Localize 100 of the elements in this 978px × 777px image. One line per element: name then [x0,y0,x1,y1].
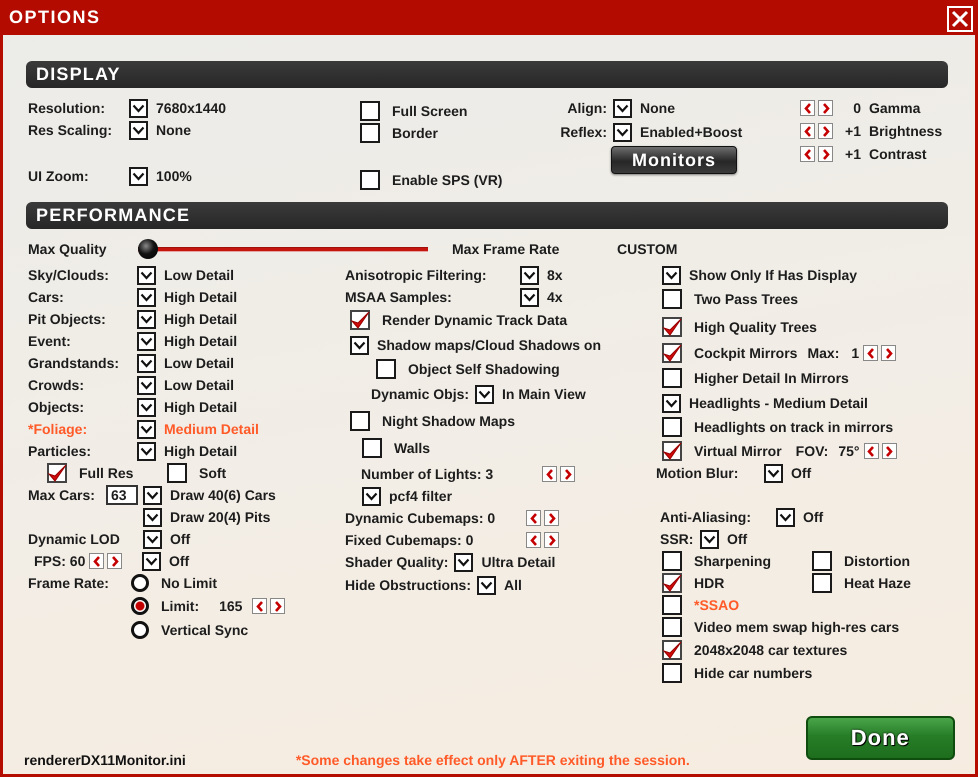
dropdown-button[interactable] [137,420,156,438]
increase-button[interactable] [544,510,559,526]
checkbox[interactable] [662,368,682,388]
checkbox-label: Sharpening [694,553,772,569]
value-text: Brightness [869,123,942,139]
checkbox[interactable] [376,359,396,379]
increase-button[interactable] [818,146,833,162]
decrease-button[interactable] [800,146,815,162]
dropdown-button[interactable] [613,98,632,118]
increase-button[interactable] [270,598,286,614]
checkbox[interactable] [662,617,682,637]
increase-button[interactable] [818,123,833,139]
dropdown-button[interactable] [362,486,381,506]
monitors-button[interactable]: Monitors [611,146,737,174]
checkbox[interactable] [662,317,682,337]
checkbox[interactable] [662,417,682,437]
section-header: PERFORMANCE [26,202,948,229]
dropdown-button[interactable] [662,394,681,412]
radio-button[interactable] [131,574,149,592]
checkbox[interactable] [662,343,682,363]
decrease-button[interactable] [800,100,815,116]
checkbox[interactable] [350,310,370,330]
dropdown-button[interactable] [776,508,795,526]
dropdown-button[interactable] [143,508,162,526]
dropdown-button[interactable] [700,530,719,548]
dropdown-button[interactable] [662,266,681,284]
dropdown-button[interactable] [477,576,496,594]
chevron-icon [140,358,153,368]
checkbox[interactable] [662,573,682,593]
dropdown-value: pcf4 filter [389,488,452,504]
dropdown-button[interactable] [137,288,156,306]
checkbox[interactable] [662,663,682,683]
dropdown-button[interactable] [142,552,161,570]
dropdown-button[interactable] [764,464,783,482]
checkbox[interactable] [662,441,682,461]
radio-button[interactable] [131,597,149,615]
decrease-button[interactable] [526,532,541,548]
decrease-button[interactable] [863,345,878,361]
dropdown-button[interactable] [454,552,474,572]
dropdown-button[interactable] [520,266,539,284]
checkbox[interactable] [812,551,832,571]
increase-button[interactable] [882,443,896,459]
dropdown-button[interactable] [137,310,156,328]
checkbox[interactable] [47,463,67,483]
dropdown-button[interactable] [137,376,156,394]
checkbox[interactable] [167,463,187,483]
increase-button[interactable] [544,532,559,548]
radio-button[interactable] [131,621,149,639]
close-button[interactable] [947,6,973,32]
checkbox[interactable] [362,438,382,458]
dropdown-button[interactable] [137,332,156,350]
done-button[interactable]: Done [806,716,955,760]
checkbox[interactable] [662,551,682,571]
checkbox[interactable] [360,123,380,143]
value-text: FOV: [796,443,828,459]
value-text: Max: [807,345,840,361]
slider-thumb[interactable] [138,239,158,259]
dropdown-button[interactable] [129,166,148,186]
decrease-button[interactable] [800,123,815,139]
warning-note: *Some changes take effect only AFTER exiting the session. [296,752,691,768]
setting-label: Particles: [28,443,92,459]
checkbox[interactable] [662,289,682,309]
decrease-button[interactable] [542,466,557,482]
dropdown-button[interactable] [143,486,162,504]
decrease-button[interactable] [526,510,541,526]
dropdown-button[interactable] [520,288,539,306]
dropdown-button[interactable] [350,336,369,354]
increase-button[interactable] [107,553,122,569]
dropdown-button[interactable] [137,354,156,372]
value-text: +1 [844,146,861,162]
dropdown-button[interactable] [129,120,148,140]
dropdown-button[interactable] [137,266,156,284]
checkbox[interactable] [350,411,370,431]
decrease-button[interactable] [864,443,878,459]
setting-label: Reflex: [559,124,608,140]
dropdown-button[interactable] [129,98,148,118]
checkbox[interactable] [662,595,682,615]
number-field[interactable]: 63 [106,485,138,505]
dropdown-value: High Detail [164,311,238,327]
checkbox[interactable] [360,170,380,190]
dropdown-value: Enabled+Boost [640,124,742,140]
dropdown-button[interactable] [475,384,494,404]
checkbox[interactable] [812,573,832,593]
chevron-icon [132,172,145,180]
dropdown-button[interactable] [137,398,156,416]
dropdown-button[interactable] [143,530,162,548]
setting-label: Dynamic LOD [28,531,121,547]
decrease-button[interactable] [252,598,268,614]
checkbox[interactable] [360,101,380,121]
dropdown-button[interactable] [613,122,632,142]
checkbox[interactable] [662,640,682,660]
setting-label: Event: [28,333,72,349]
increase-button[interactable] [881,345,896,361]
increase-button[interactable] [560,466,575,482]
increase-button[interactable] [818,100,833,116]
value-text: 0 [852,100,861,116]
dropdown-button[interactable] [137,442,156,460]
decrease-button[interactable] [89,553,104,569]
chevron-icon [616,128,629,136]
chevron-icon [523,270,536,280]
